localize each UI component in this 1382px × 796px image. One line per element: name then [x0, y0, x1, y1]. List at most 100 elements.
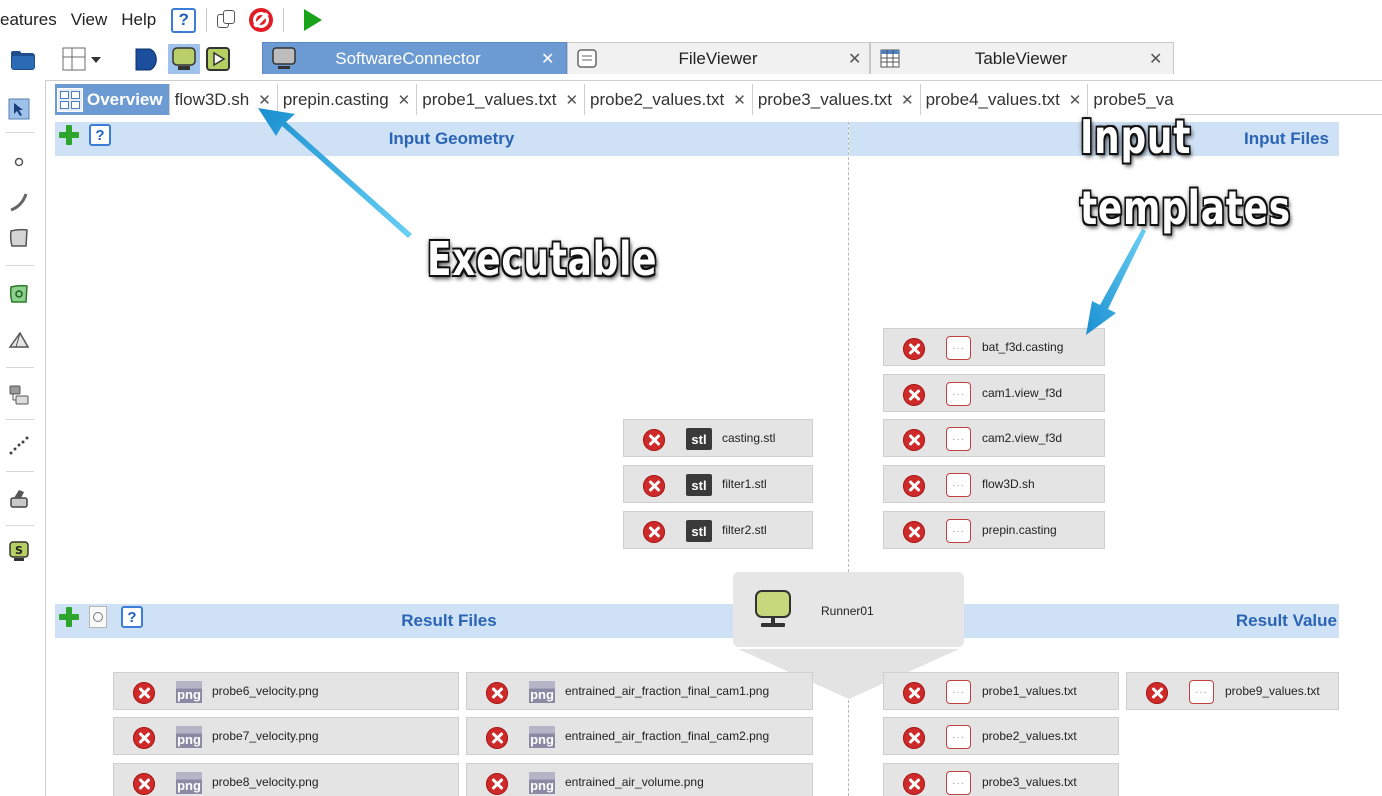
remove-icon[interactable] [903, 682, 925, 704]
monitor-icon [272, 47, 296, 69]
result-file-item[interactable]: png entrained_air_fraction_final_cam2.pn… [466, 717, 813, 755]
toolbar-divider [6, 471, 34, 472]
help-icon[interactable]: ? [89, 124, 111, 146]
surface-tool-icon[interactable] [8, 227, 30, 249]
result-value-item[interactable]: ··· probe2_values.txt [883, 717, 1119, 755]
result-file-item[interactable]: png probe7_velocity.png [113, 717, 459, 755]
remove-icon[interactable] [133, 773, 155, 795]
menu-view[interactable]: View [64, 10, 115, 30]
remove-icon[interactable] [643, 429, 665, 451]
remove-icon[interactable] [903, 727, 925, 749]
runner-node[interactable]: Runner01 [733, 572, 964, 647]
add-result-icon[interactable] [58, 606, 80, 628]
png-file-icon: png [176, 772, 202, 794]
png-file-icon: png [176, 681, 202, 703]
tab-probe3-values[interactable]: probe3_values.txt ✕ [752, 84, 921, 115]
geometry-file-item[interactable]: stl casting.stl [623, 419, 813, 457]
script-icon[interactable]: S [8, 540, 30, 562]
column-divider [848, 122, 849, 572]
run-icon[interactable] [304, 9, 323, 31]
remove-icon[interactable] [903, 475, 925, 497]
select-tool-icon[interactable] [8, 98, 30, 120]
input-file-item[interactable]: ··· bat_f3d.casting [883, 328, 1105, 366]
monitor-icon [755, 590, 791, 627]
help-icon[interactable]: ? [171, 7, 197, 33]
close-icon[interactable]: ✕ [1149, 49, 1162, 69]
point-cloud-icon[interactable] [8, 434, 30, 456]
toolbar-divider [6, 132, 34, 133]
menu-features[interactable]: eatures [0, 10, 64, 30]
menu-help[interactable]: Help [114, 10, 163, 30]
geometry-file-item[interactable]: stl filter1.stl [623, 465, 813, 503]
remove-icon[interactable] [903, 384, 925, 406]
search-icon[interactable] [89, 606, 107, 628]
open-folder-icon[interactable] [10, 48, 36, 72]
connector-view-icon[interactable] [168, 44, 200, 74]
copy-icon[interactable] [217, 10, 237, 30]
app-window: eatures View Help ? SoftwareConnector ✕ … [0, 0, 1382, 796]
remove-icon[interactable] [133, 727, 155, 749]
input-file-item[interactable]: ··· cam1.view_f3d [883, 374, 1105, 412]
result-value-item[interactable]: ··· probe3_values.txt [883, 763, 1119, 796]
annotation-arrow [1086, 229, 1146, 335]
geometry-file-item[interactable]: stl filter2.stl [623, 511, 813, 549]
overview-grid-icon [57, 87, 83, 112]
remove-icon[interactable] [903, 773, 925, 795]
input-file-item[interactable]: ··· flow3D.sh [883, 465, 1105, 503]
tree-tool-icon[interactable] [8, 384, 30, 406]
annotation-executable: Executable [427, 232, 658, 286]
remove-icon[interactable] [903, 521, 925, 543]
remove-icon[interactable] [486, 773, 508, 795]
tab-probe2-values[interactable]: probe2_values.txt ✕ [585, 84, 753, 115]
tab-file-viewer[interactable]: FileViewer ✕ [567, 42, 870, 74]
tab-overview[interactable]: Overview [55, 84, 170, 115]
remove-icon[interactable] [643, 475, 665, 497]
sketch-surface-icon[interactable] [8, 283, 30, 305]
tab-probe4-values[interactable]: probe4_values.txt ✕ [920, 84, 1089, 115]
remove-icon[interactable] [486, 727, 508, 749]
tab-probe1-values[interactable]: probe1_values.txt ✕ [417, 84, 586, 115]
result-file-item[interactable]: png probe6_velocity.png [113, 672, 459, 710]
png-file-icon: png [529, 726, 555, 748]
close-icon[interactable]: ✕ [733, 91, 746, 109]
close-icon[interactable]: ✕ [901, 91, 914, 109]
input-file-item[interactable]: ··· cam2.view_f3d [883, 419, 1105, 457]
result-files-header: Result Files [55, 604, 733, 638]
point-tool-icon[interactable] [8, 151, 30, 173]
close-icon[interactable]: ✕ [1069, 91, 1082, 109]
text-file-icon: ··· [946, 473, 971, 497]
geometry-view-icon[interactable] [133, 46, 161, 72]
remove-icon[interactable] [486, 682, 508, 704]
run-view-icon[interactable] [205, 46, 233, 72]
result-value-item[interactable]: ··· probe9_values.txt [1126, 672, 1339, 710]
tab-table-viewer[interactable]: TableViewer ✕ [870, 42, 1174, 74]
shape-tool-icon[interactable] [8, 487, 30, 509]
result-value-item[interactable]: ··· probe1_values.txt [883, 672, 1119, 710]
close-icon[interactable]: ✕ [848, 49, 861, 69]
annotation-arrow [258, 108, 412, 238]
runner-label: Runner01 [821, 604, 874, 618]
stop-icon[interactable] [249, 8, 274, 32]
wedge-tool-icon[interactable] [8, 329, 30, 351]
result-file-item[interactable]: png entrained_air_volume.png [466, 763, 813, 796]
remove-icon[interactable] [133, 682, 155, 704]
toolbar-divider [6, 525, 34, 526]
column-divider [848, 700, 849, 796]
close-icon[interactable]: ✕ [541, 49, 554, 69]
input-file-item[interactable]: ··· prepin.casting [883, 511, 1105, 549]
close-icon[interactable]: ✕ [565, 91, 578, 109]
text-file-icon: ··· [1189, 680, 1214, 704]
help-icon[interactable]: ? [121, 606, 143, 628]
result-file-item[interactable]: png entrained_air_fraction_final_cam1.pn… [466, 672, 813, 710]
layout-menu-icon[interactable] [62, 46, 104, 72]
result-file-item[interactable]: png probe8_velocity.png [113, 763, 459, 796]
curve-tool-icon[interactable] [8, 191, 30, 213]
toolbar-divider [6, 265, 34, 266]
remove-icon[interactable] [643, 521, 665, 543]
add-geometry-icon[interactable] [58, 124, 80, 146]
remove-icon[interactable] [903, 429, 925, 451]
remove-icon[interactable] [903, 338, 925, 360]
text-file-icon: ··· [946, 771, 971, 795]
tab-software-connector[interactable]: SoftwareConnector ✕ [262, 42, 567, 74]
remove-icon[interactable] [1146, 682, 1168, 704]
